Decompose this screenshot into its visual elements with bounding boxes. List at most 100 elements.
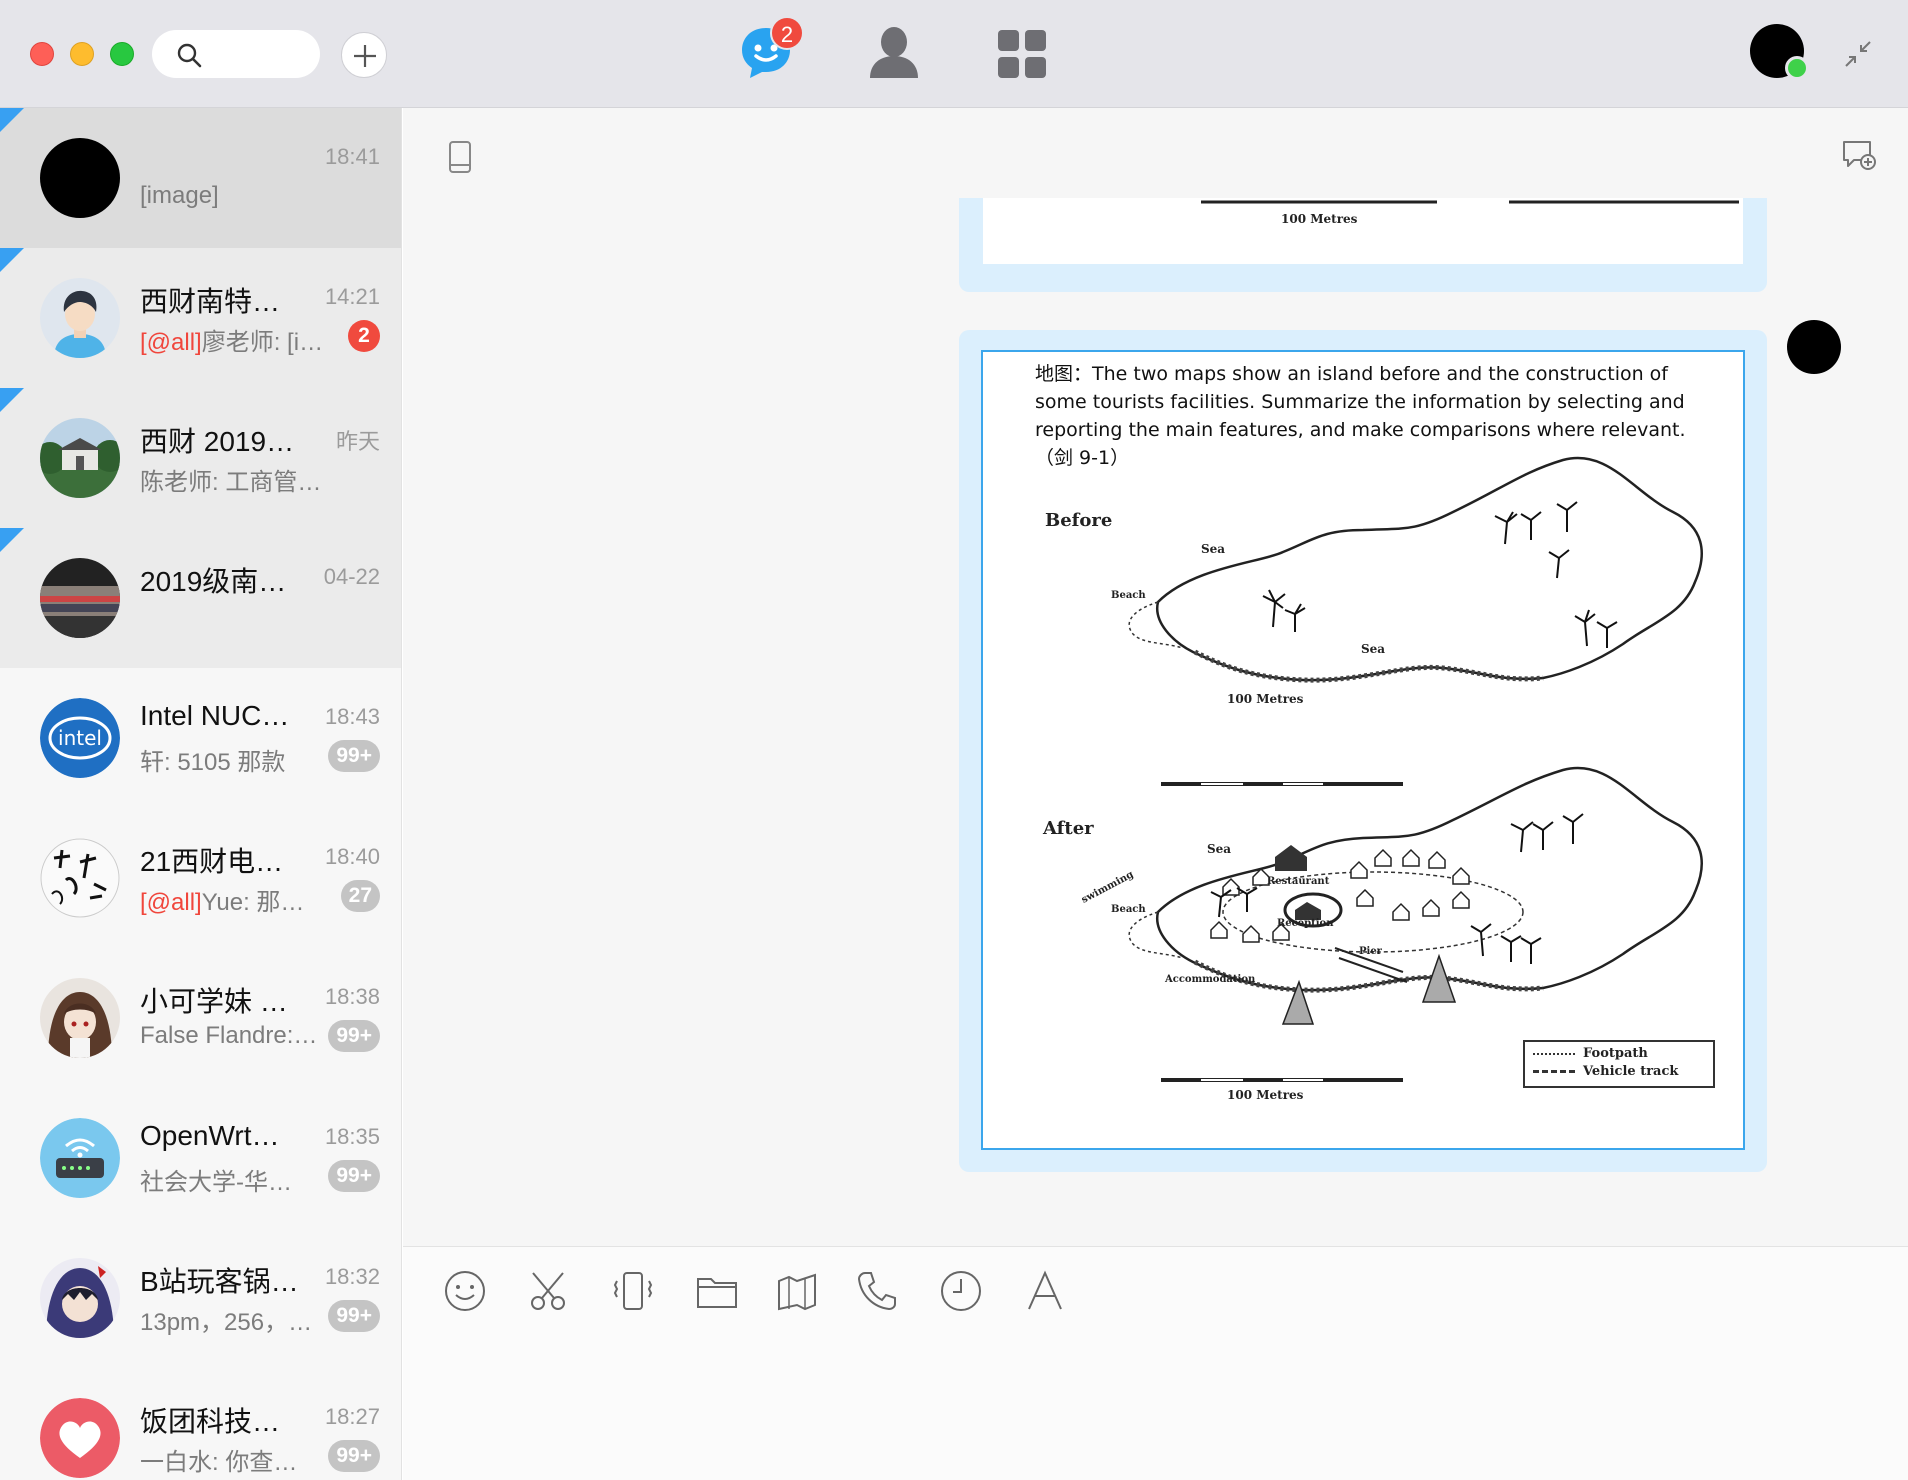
legend-vehicle-track: Vehicle track <box>1533 1064 1678 1079</box>
title-bar: 2 <box>0 0 1908 108</box>
conversation-preview: [image] <box>140 182 219 209</box>
conversation-title: 2019级南… <box>140 566 287 597</box>
conversation-time: 14:21 <box>324 284 380 309</box>
emoji-icon[interactable] <box>443 1269 487 1313</box>
pinned-marker <box>0 388 24 412</box>
chat-unread-badge: 2 <box>770 16 804 50</box>
close-window-button[interactable] <box>30 42 54 66</box>
conversation-item[interactable]: 西财 2019… 昨天 陈老师: 工商管… <box>0 388 401 528</box>
unread-badge: 99+ <box>328 1300 380 1332</box>
sender-avatar[interactable] <box>1787 320 1841 374</box>
conversation-preview: 社会大学-华… <box>140 1169 292 1196</box>
search-icon <box>177 43 202 68</box>
conversation-preview: [@all]廖老师: [im… <box>140 322 340 357</box>
avatar <box>40 138 120 218</box>
avatar: intel <box>40 698 120 778</box>
conversation-time: 18:43 <box>324 704 380 729</box>
add-chat-icon[interactable] <box>1840 138 1876 172</box>
conversation-list[interactable]: 18:41 [image] 西财南特… 14:21 [@all]廖老师: [im… <box>0 108 402 1480</box>
conversation-time: 18:35 <box>324 1124 380 1149</box>
conversation-title: 21西财电… <box>140 846 284 877</box>
conversation-title: 小可学妹 … <box>140 986 288 1017</box>
unread-badge: 2 <box>348 320 380 352</box>
conversation-preview: 13pm，256，… <box>140 1309 313 1336</box>
conversation-time: 18:32 <box>324 1264 380 1289</box>
conversation-time: 04-22 <box>323 564 380 589</box>
scale-bar-graphic <box>1201 200 1739 204</box>
map-after-label: After <box>1043 818 1094 839</box>
plus-icon <box>354 45 376 67</box>
conversation-time: 18:27 <box>324 1404 380 1429</box>
conversation-time: 18:40 <box>324 844 380 869</box>
unread-badge: 99+ <box>328 1020 380 1052</box>
map-before-label: Before <box>1045 510 1113 531</box>
unread-badge: 99+ <box>328 740 380 772</box>
message-bubble[interactable]: 100 Metres <box>959 198 1767 292</box>
island-maps-drawing <box>1128 456 1703 1082</box>
mention-all-tag: [@all] <box>140 329 202 356</box>
restaurant-label: Restaurant <box>1267 876 1330 887</box>
conversation-item[interactable]: OpenWrt… 18:35 社会大学-华… 99+ <box>0 1088 401 1228</box>
message-image[interactable]: 地图：The two maps show an island before an… <box>981 350 1745 1150</box>
avatar <box>40 1398 120 1478</box>
shake-icon[interactable] <box>611 1269 655 1313</box>
unread-badge: 99+ <box>328 1440 380 1472</box>
avatar <box>40 558 120 638</box>
chat-panel[interactable]: 100 Metres 地图：The two maps show an islan… <box>403 108 1908 1246</box>
avatar <box>40 1118 120 1198</box>
conversation-title: 西财南特… <box>140 286 281 317</box>
conversation-preview: 轩: 5105 那款 <box>140 749 286 776</box>
image-icon[interactable] <box>775 1269 819 1313</box>
minimize-window-button[interactable] <box>70 42 94 66</box>
pinned-marker <box>0 248 24 272</box>
conversation-item[interactable]: 18:41 [image] <box>0 108 401 248</box>
conversation-time: 18:41 <box>324 144 380 169</box>
sea-label: Sea <box>1361 642 1386 656</box>
message-composer[interactable] <box>403 1246 1908 1480</box>
scissors-icon[interactable] <box>527 1269 571 1313</box>
sea-label: Sea <box>1207 842 1232 856</box>
preview-text: Yue: 那… <box>201 889 305 916</box>
folder-icon[interactable] <box>695 1269 739 1313</box>
phone-icon[interactable] <box>855 1269 899 1313</box>
online-status-indicator <box>1785 56 1809 80</box>
person-icon[interactable] <box>866 22 922 82</box>
avatar <box>40 418 120 498</box>
conversation-item[interactable]: 21西财电… 18:40 [@all]Yue: 那… 27 <box>0 808 401 948</box>
collapse-arrows-icon[interactable] <box>1842 38 1874 70</box>
font-icon[interactable] <box>1023 1269 1067 1313</box>
conversation-preview: [@all]Yue: 那… <box>140 882 340 917</box>
conversation-preview: 一白水: 你查… <box>140 1449 298 1476</box>
zoom-window-button[interactable] <box>110 42 134 66</box>
pinned-marker <box>0 108 24 132</box>
conversation-item[interactable]: B站玩客锅… 18:32 13pm，256，… 99+ <box>0 1228 401 1368</box>
conversation-title: 饭团科技… <box>140 1406 281 1437</box>
message-image-fragment[interactable]: 100 Metres <box>983 198 1743 264</box>
unread-badge: 99+ <box>328 1160 380 1192</box>
conversation-item[interactable]: 西财南特… 14:21 [@all]廖老师: [im… 2 <box>0 248 401 388</box>
conversation-item[interactable]: 饭团科技… 18:27 一白水: 你查… 99+ <box>0 1368 401 1480</box>
clock-icon[interactable] <box>939 1269 983 1313</box>
avatar <box>40 978 120 1058</box>
sea-label: Sea <box>1201 542 1226 556</box>
mobile-device-icon[interactable] <box>448 140 472 174</box>
message-bubble[interactable]: 地图：The two maps show an island before an… <box>959 330 1767 1172</box>
conversation-title: B站玩客锅… <box>140 1266 299 1297</box>
conversation-preview: 陈老师: 工商管… <box>140 469 322 496</box>
scale-label: 100 Metres <box>1281 212 1358 226</box>
avatar <box>40 1258 120 1338</box>
conversation-title: 西财 2019… <box>140 426 295 457</box>
conversation-preview: False Flandre:… <box>140 1022 318 1049</box>
conversation-item[interactable]: 小可学妹 … 18:38 False Flandre:… 99+ <box>0 948 401 1088</box>
map-legend: Footpath Vehicle track <box>1523 1040 1715 1088</box>
unread-badge: 27 <box>340 880 380 912</box>
conversation-item[interactable]: 2019级南… 04-22 <box>0 528 401 668</box>
beach-label: Beach <box>1111 904 1146 915</box>
pier-label: Pier <box>1359 946 1382 957</box>
grid-icon[interactable] <box>994 22 1050 82</box>
search-box[interactable] <box>152 30 320 78</box>
conversation-title: Intel NUC… <box>140 700 290 731</box>
conversation-time: 昨天 <box>335 429 380 454</box>
conversation-item[interactable]: intel Intel NUC… 18:43 轩: 5105 那款 99+ <box>0 668 401 808</box>
add-button[interactable] <box>341 32 387 78</box>
